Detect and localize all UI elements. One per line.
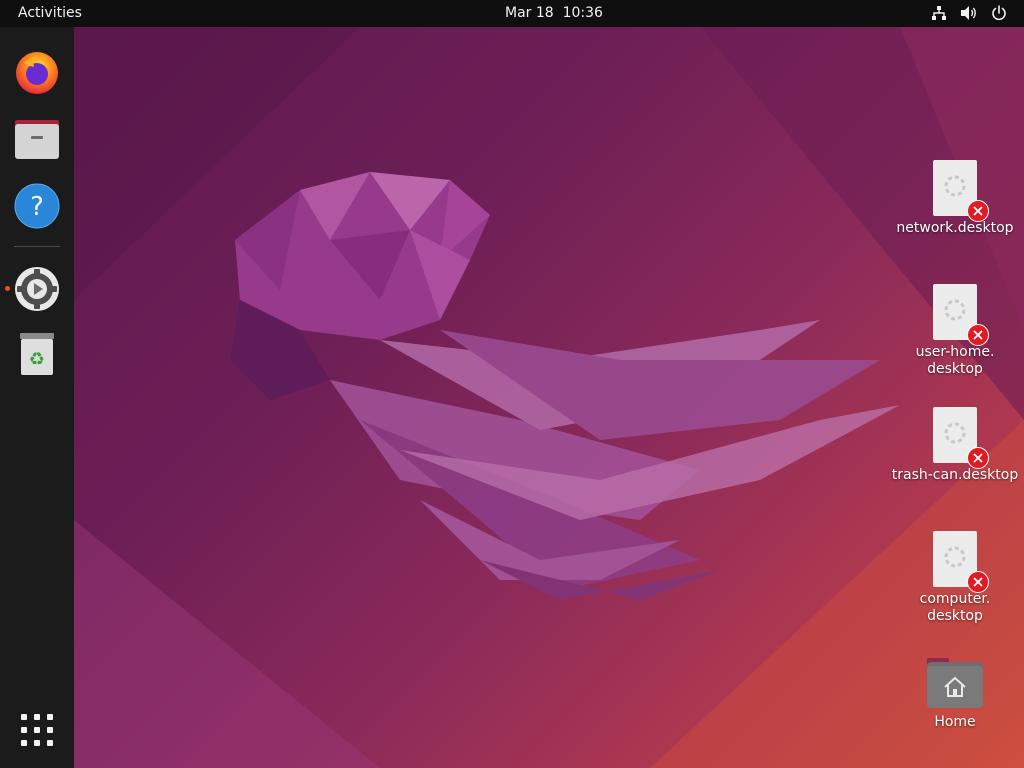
broken-launcher-icon <box>933 407 989 469</box>
svg-text:♻: ♻ <box>29 349 45 370</box>
error-badge-icon <box>967 200 989 222</box>
dock-item-help[interactable]: ? <box>12 181 62 231</box>
clock-button[interactable]: Mar 18 10:36 <box>505 5 603 21</box>
desktop-icon-label: Home <box>934 714 976 730</box>
desktop-icon-computer[interactable]: computer. desktop <box>890 531 1020 625</box>
network-icon[interactable] <box>930 4 948 22</box>
broken-launcher-icon <box>933 531 989 593</box>
system-tray[interactable] <box>930 4 1008 22</box>
home-folder-icon <box>926 656 984 710</box>
label-line: computer. <box>919 591 991 607</box>
desktop-icon-user-home[interactable]: user-home. desktop <box>890 284 1020 378</box>
desktop-icon-label: user-home. desktop <box>890 344 1020 378</box>
label-line: user-home. <box>915 344 995 360</box>
show-apps-button[interactable] <box>12 705 62 755</box>
broken-launcher-icon <box>933 160 989 222</box>
jellyfish-artwork <box>74 27 1024 768</box>
broken-launcher-icon <box>933 284 989 346</box>
clock-time: 10:36 <box>562 5 603 21</box>
show-apps-icon <box>21 714 53 746</box>
dock-separator <box>14 246 60 247</box>
clock-date: Mar 18 <box>505 5 554 21</box>
desktop-icon-trash-can[interactable]: trash-can.desktop <box>890 407 1020 484</box>
power-icon[interactable] <box>990 4 1008 22</box>
running-indicator <box>5 286 10 291</box>
dock-item-firefox[interactable] <box>12 47 62 97</box>
desktop-icon-network[interactable]: network.desktop <box>890 160 1020 237</box>
svg-text:?: ? <box>30 192 44 222</box>
volume-icon[interactable] <box>960 4 978 22</box>
help-icon: ? <box>14 183 60 229</box>
error-badge-icon <box>967 324 989 346</box>
label-line: desktop <box>927 608 983 624</box>
desktop-wallpaper <box>0 0 1024 768</box>
trash-icon: ♻ <box>20 333 54 375</box>
dock-item-files[interactable] <box>12 114 62 164</box>
activities-button[interactable]: Activities <box>18 5 82 21</box>
dock: ? ♻ <box>0 27 74 768</box>
desktop-icon-label: trash-can.desktop <box>891 467 1019 483</box>
dock-item-trash[interactable]: ♻ <box>12 329 62 379</box>
error-badge-icon <box>967 571 989 593</box>
desktop-icon-label: computer. desktop <box>890 591 1020 625</box>
desktop-icon-label: network.desktop <box>896 220 1014 236</box>
error-badge-icon <box>967 447 989 469</box>
files-icon <box>15 120 59 159</box>
top-bar: Activities Mar 18 10:36 <box>0 0 1024 27</box>
firefox-icon <box>16 52 58 94</box>
desktop-icon-home[interactable]: Home <box>890 656 1020 731</box>
dock-item-settings[interactable] <box>12 264 62 314</box>
label-line: desktop <box>927 361 983 377</box>
settings-icon <box>15 267 59 311</box>
